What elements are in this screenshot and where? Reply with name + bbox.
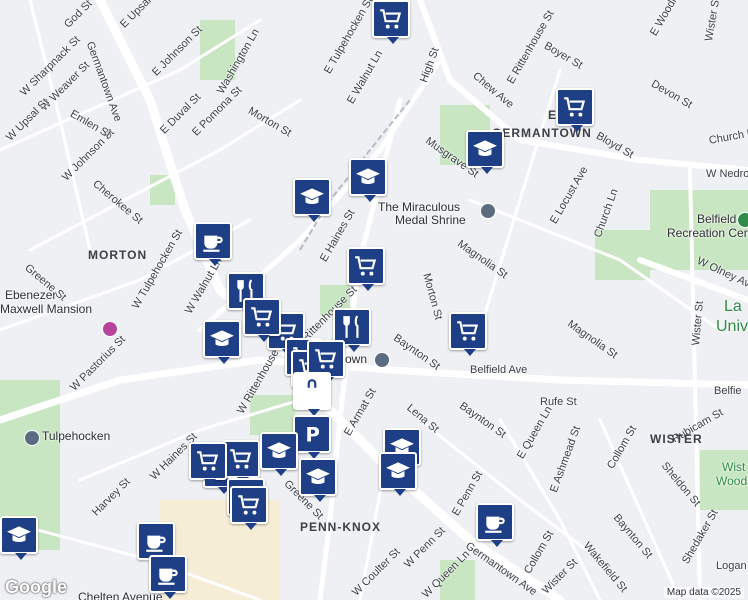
poi-label[interactable]: La xyxy=(724,298,742,316)
neighborhood-label: MORTON xyxy=(88,248,148,262)
graduation-cap-icon[interactable] xyxy=(349,158,387,202)
coffee-cup-icon[interactable] xyxy=(149,555,187,599)
map-canvas[interactable]: Germantown Ave Washington Ln E Johnson S… xyxy=(0,0,748,600)
neighborhood-label: WISTER xyxy=(650,432,703,446)
church-icon[interactable] xyxy=(480,203,496,219)
shopping-cart-icon[interactable] xyxy=(222,440,260,484)
svg-text:P: P xyxy=(306,424,320,447)
neighborhood-label: PENN-KNOX xyxy=(300,520,382,534)
poi-label[interactable]: The Miraculous xyxy=(378,200,460,214)
street-label: Logan xyxy=(716,560,747,572)
map-data-attribution[interactable]: Map data ©2025 xyxy=(663,587,744,598)
poi-label[interactable]: Tulpehocken xyxy=(42,429,110,443)
poi-label[interactable]: Wist xyxy=(722,460,745,474)
graduation-cap-icon[interactable] xyxy=(299,458,337,502)
graduation-cap-icon[interactable] xyxy=(0,516,38,560)
parking-icon[interactable]: P xyxy=(293,415,331,459)
street-label: W Nedro xyxy=(706,168,748,180)
shopping-cart-icon[interactable] xyxy=(243,298,281,342)
poi-label[interactable]: Belfield xyxy=(697,212,736,226)
street-label: Belfie xyxy=(714,385,742,397)
shopping-cart-icon[interactable] xyxy=(556,88,594,132)
shopping-cart-icon[interactable] xyxy=(449,312,487,356)
graduation-cap-icon[interactable] xyxy=(466,130,504,174)
poi-label[interactable]: Univ xyxy=(716,318,748,336)
shopping-bag-icon[interactable] xyxy=(293,372,331,416)
poi-label[interactable]: Woods xyxy=(716,474,748,488)
coffee-cup-icon[interactable] xyxy=(476,503,514,547)
street-label: Belfield Ave xyxy=(470,364,528,376)
poi-label[interactable]: Medal Shrine xyxy=(395,213,466,227)
graduation-cap-icon[interactable] xyxy=(260,432,298,476)
park-area xyxy=(250,395,295,435)
shopping-cart-icon[interactable] xyxy=(347,247,385,291)
museum-icon[interactable] xyxy=(102,321,118,337)
graduation-cap-icon[interactable] xyxy=(293,178,331,222)
bus-station-icon[interactable] xyxy=(374,352,390,368)
train-station-icon[interactable] xyxy=(24,430,40,446)
coffee-cup-icon[interactable] xyxy=(194,222,232,266)
google-logo[interactable]: Google xyxy=(5,577,67,598)
poi-label[interactable]: Recreation Center xyxy=(667,226,748,240)
graduation-cap-icon[interactable] xyxy=(203,320,241,364)
park-icon[interactable] xyxy=(737,212,748,228)
graduation-cap-icon[interactable] xyxy=(379,452,417,496)
shopping-cart-icon[interactable] xyxy=(189,442,227,486)
shopping-cart-icon[interactable] xyxy=(372,0,410,44)
poi-label[interactable]: Ebenezer xyxy=(5,288,56,302)
shopping-cart-icon[interactable] xyxy=(230,486,268,530)
poi-label[interactable]: Maxwell Mansion xyxy=(0,302,92,316)
poi-label[interactable]: own xyxy=(345,352,367,366)
